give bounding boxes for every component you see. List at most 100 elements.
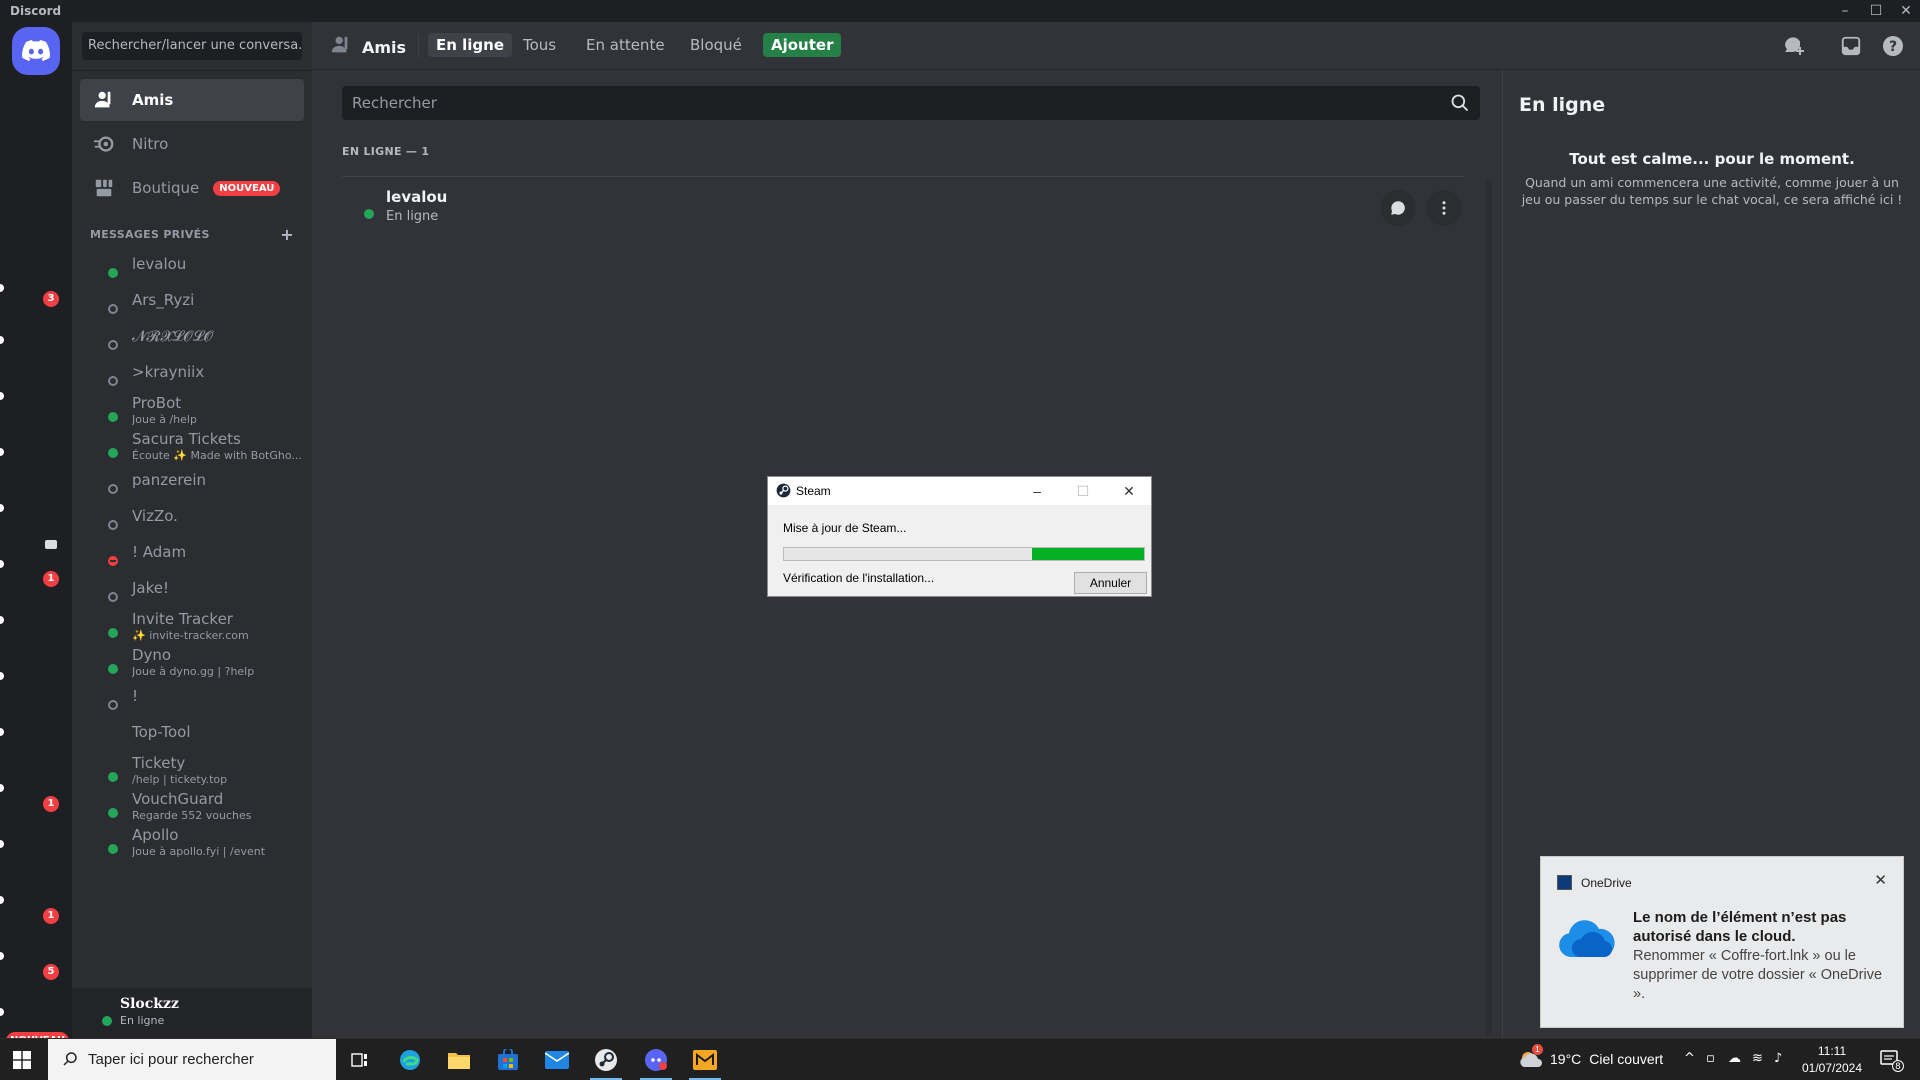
more-vertical-icon [1442, 201, 1446, 215]
steam-logo-icon [776, 483, 791, 503]
taskbar-search-placeholder: Taper ici pour rechercher [88, 1051, 254, 1068]
discord-home-button[interactable] [12, 27, 60, 75]
sidebar-item-friends[interactable]: Amis [80, 79, 304, 121]
steam-close-button[interactable]: ✕ [1117, 481, 1141, 501]
user-status-indicator [102, 1016, 112, 1026]
server-badge: 1 [43, 571, 59, 587]
steam-update-message: Mise à jour de Steam... [783, 521, 907, 535]
dm-name: Apollo [132, 826, 179, 844]
close-button[interactable]: ✕ [1892, 0, 1920, 22]
search-placeholder: Rechercher [352, 94, 437, 112]
dm-status-indicator [108, 268, 118, 278]
dm-sidebar: Rechercher/lancer une conversa... Amis N… [72, 22, 312, 988]
weather-widget[interactable]: 1 19°C Ciel couvert [1518, 1044, 1664, 1068]
conversation-search-button[interactable]: Rechercher/lancer une conversa... [82, 32, 302, 60]
window-titlebar: Discord – ☐ ✕ [0, 0, 1920, 22]
clock-date: 01/07/2024 [1801, 1061, 1863, 1075]
tray-onedrive-icon[interactable]: ☁ [1728, 1051, 1741, 1066]
steam-minimize-button[interactable]: – [1025, 481, 1049, 501]
minimize-button[interactable]: – [1831, 0, 1859, 22]
onedrive-notification[interactable]: OneDrive ✕ Le nom de l’élément n’est pas… [1540, 856, 1904, 1028]
dm-name: ! Adam [132, 543, 187, 561]
taskbar-search-input[interactable]: Taper ici pour rechercher [48, 1039, 336, 1080]
windows-taskbar: Taper ici pour rechercher 1 19°C Ciel co… [0, 1038, 1920, 1080]
new-badge: NOUVEAU [213, 180, 281, 196]
mail-icon[interactable] [535, 1039, 579, 1080]
create-dm-icon[interactable]: + [280, 225, 294, 244]
window-title: Discord [10, 4, 62, 18]
tray-device-icon[interactable]: ▫ [1706, 1051, 1715, 1066]
message-button[interactable] [1380, 190, 1416, 226]
weather-temperature: 19°C [1550, 1051, 1582, 1067]
weather-condition: Ciel couvert [1589, 1051, 1664, 1067]
tab-blocked[interactable]: Bloqué [682, 33, 750, 57]
windows-start-icon[interactable] [13, 1051, 31, 1073]
clock-time: 11:11 [1817, 1044, 1847, 1058]
search-icon [1450, 93, 1470, 117]
notification-close-icon[interactable]: ✕ [1874, 871, 1887, 889]
friend-status-text: En ligne [386, 209, 439, 224]
tray-volume-icon[interactable]: ♪ [1774, 1051, 1782, 1066]
steam-titlebar: Steam – ☐ ✕ [768, 477, 1151, 505]
app-taskbar-icon[interactable] [683, 1039, 727, 1080]
server-badge: 1 [43, 908, 59, 924]
scrollbar[interactable] [1486, 180, 1492, 1036]
dm-status-indicator [108, 484, 118, 494]
inbox-icon[interactable] [1839, 34, 1863, 58]
edge-icon[interactable] [388, 1039, 432, 1080]
tab-all[interactable]: Tous [515, 33, 564, 57]
dm-status-indicator [108, 376, 118, 386]
dm-name: Dyno [132, 646, 172, 664]
dm-status-indicator [108, 628, 118, 638]
user-status-text: En ligne [120, 1014, 165, 1027]
tray-chevron-up-icon[interactable]: ^ [1684, 1051, 1695, 1066]
dm-name: Jake! [132, 579, 170, 597]
dm-name: Top-Tool [132, 723, 191, 741]
steam-cancel-button[interactable]: Annuler [1074, 572, 1147, 594]
search-icon [62, 1051, 78, 1072]
steam-taskbar-icon[interactable] [584, 1039, 628, 1080]
dm-name: panzerein [132, 471, 207, 489]
dm-status-indicator [108, 556, 118, 566]
sidebar-item-shop[interactable]: Boutique NOUVEAU [80, 167, 304, 209]
cloud-icon [1557, 919, 1615, 964]
dm-status-indicator [108, 340, 118, 350]
notification-center-icon[interactable]: 8 [1880, 1049, 1904, 1072]
file-explorer-icon[interactable] [437, 1039, 481, 1080]
notification-title: Le nom de l’élément n’est pas autorisé d… [1633, 909, 1847, 945]
maximize-button[interactable]: ☐ [1862, 0, 1890, 22]
page-title-text: Amis [362, 37, 407, 57]
task-view-icon[interactable] [338, 1039, 382, 1080]
dm-status-indicator [108, 808, 118, 818]
dm-name: VizZo. [132, 507, 178, 525]
user-panel[interactable]: Slockzz En ligne [72, 988, 312, 1038]
svg-text:?: ? [1889, 39, 1897, 55]
tray-wifi-icon[interactable]: ≋ [1752, 1051, 1763, 1066]
taskbar-clock[interactable]: 11:11 01/07/2024 [1800, 1043, 1864, 1077]
dm-item[interactable]: Apollo Joue à apollo.fyi | /event [80, 820, 304, 862]
tab-pending[interactable]: En attente [578, 33, 673, 57]
dm-name: Tickety [132, 754, 186, 772]
tab-online[interactable]: En ligne [428, 33, 513, 57]
dm-name: Ars_Ryzi [132, 291, 195, 309]
add-friend-button[interactable]: Ajouter [763, 33, 842, 57]
dm-name: >krayniix [132, 363, 205, 381]
friend-status-indicator [364, 209, 374, 219]
dm-status-indicator [108, 700, 118, 710]
weather-alert-badge: 1 [1532, 1044, 1543, 1055]
sidebar-item-nitro[interactable]: Nitro [80, 123, 304, 165]
friend-row[interactable]: levalou En ligne [342, 178, 1464, 240]
dm-name: VouchGuard [132, 790, 224, 808]
new-group-dm-icon[interactable] [1782, 34, 1806, 58]
sidebar-item-label: Boutique [132, 179, 200, 197]
more-options-button[interactable] [1426, 190, 1462, 226]
friends-header: Amis En ligne Tous En attente Bloqué Ajo… [312, 22, 1920, 70]
help-icon[interactable]: ? [1881, 34, 1905, 58]
friends-search-input[interactable]: Rechercher [342, 86, 1480, 120]
microsoft-store-icon[interactable] [486, 1039, 530, 1080]
nitro-icon [92, 132, 116, 156]
screen-share-icon [45, 540, 57, 549]
discord-taskbar-icon[interactable] [634, 1039, 678, 1080]
dm-name: levalou [132, 255, 187, 273]
server-rail: 3 1 1 1 5 NOUVEAU [0, 22, 72, 1050]
